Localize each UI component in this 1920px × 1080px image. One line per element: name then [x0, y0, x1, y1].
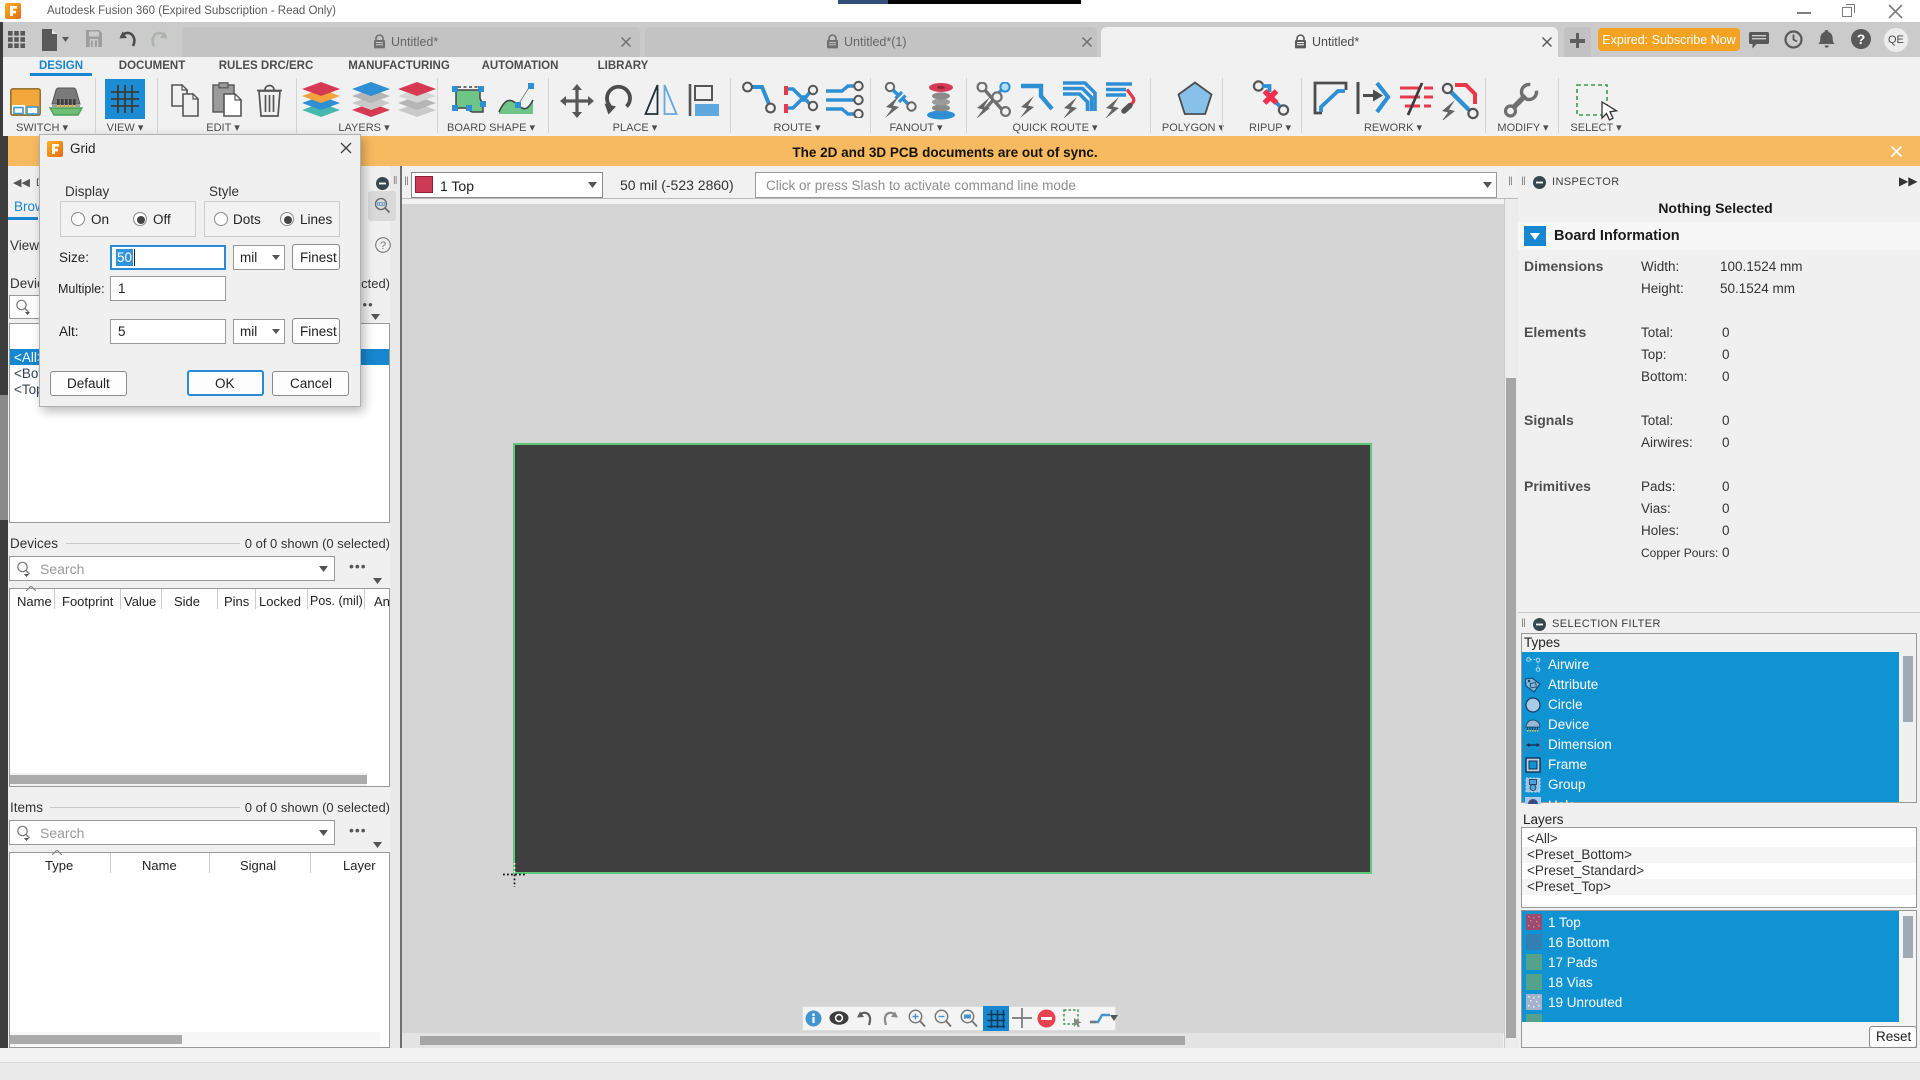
svg-text:?: ?: [1857, 31, 1866, 47]
svg-text:?: ?: [380, 240, 386, 252]
